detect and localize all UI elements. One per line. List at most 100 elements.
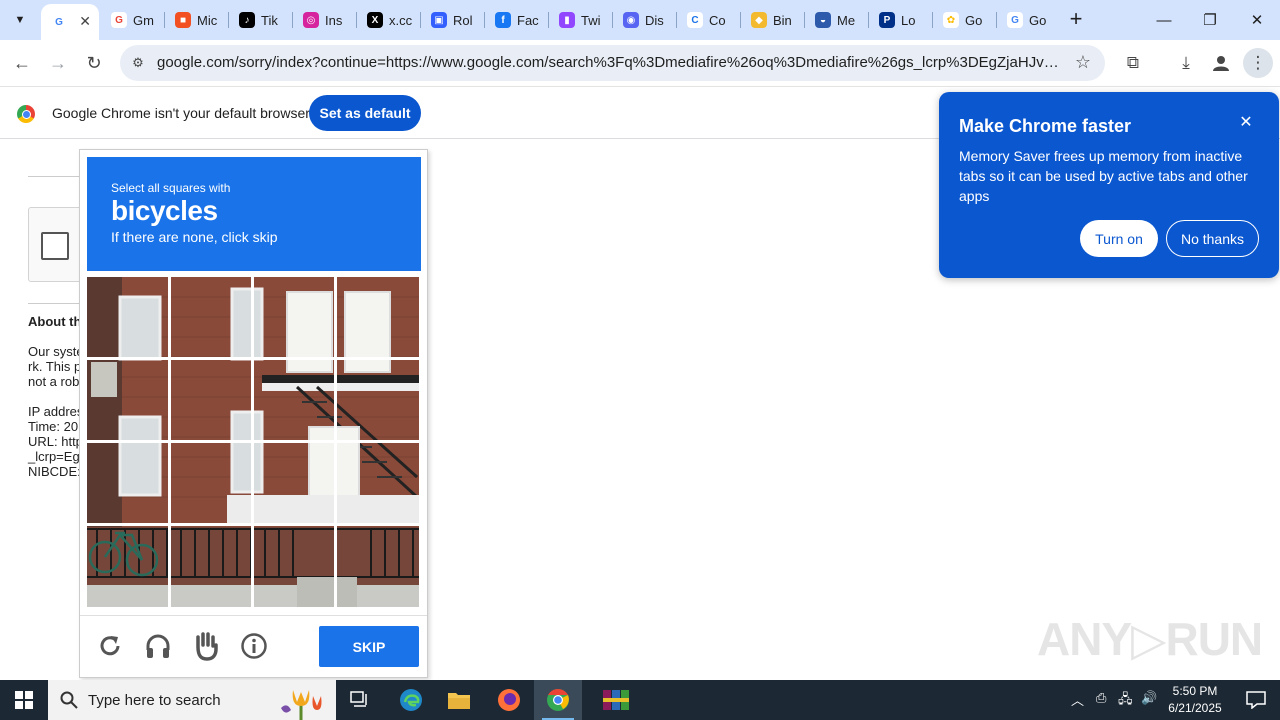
captcha-footer: SKIP	[80, 615, 427, 677]
tray-overflow-button[interactable]: ︿	[1071, 690, 1084, 709]
tab-favicon-icon: ■	[175, 12, 191, 28]
tab-favicon-icon: ♪	[239, 12, 255, 28]
captcha-tile[interactable]	[170, 277, 253, 360]
chrome-menu-button[interactable]: ⋮	[1243, 48, 1273, 78]
tab-favicon-icon: ◒	[815, 12, 831, 28]
taskbar-search-box[interactable]: Type here to search	[48, 680, 336, 720]
recaptcha-checkbox[interactable]	[41, 232, 69, 260]
start-button[interactable]	[0, 680, 48, 720]
browser-tab[interactable]: ✿ Go	[933, 4, 995, 36]
captcha-tile[interactable]	[170, 525, 253, 608]
download-icon: ⤓	[1182, 53, 1190, 72]
site-info-icon[interactable]: ⚙	[128, 53, 148, 73]
close-window-button[interactable]: ✕	[1234, 0, 1280, 40]
captcha-tile[interactable]	[253, 525, 336, 608]
browser-tab[interactable]: G ✕	[41, 4, 99, 40]
about-heading: About th	[28, 314, 82, 329]
new-tab-button[interactable]: +	[1064, 8, 1088, 32]
captcha-tile[interactable]	[253, 442, 336, 525]
chevron-down-icon: ▼	[14, 14, 26, 26]
tab-separator	[868, 12, 869, 28]
tab-search-button[interactable]: ▼	[6, 6, 34, 34]
close-tab-icon[interactable]: ✕	[79, 13, 91, 30]
captcha-tile[interactable]	[87, 442, 170, 525]
tab-favicon-icon: f	[495, 12, 511, 28]
clock-time: 5:50 PM	[1172, 684, 1218, 698]
url-text[interactable]: google.com/sorry/index?continue=https://…	[157, 54, 1062, 71]
skip-button[interactable]: SKIP	[319, 626, 419, 667]
taskbar-edge[interactable]	[387, 680, 435, 720]
promo-close-button[interactable]: ✕	[1235, 112, 1257, 134]
captcha-tile[interactable]	[87, 277, 170, 360]
info-button[interactable]	[237, 629, 271, 663]
tray-meet-now-icon[interactable]: ⎙	[1096, 690, 1106, 706]
minimize-button[interactable]: —	[1141, 0, 1187, 40]
browser-tab[interactable]: G Go	[997, 4, 1055, 36]
browser-tab[interactable]: ◒ Me	[805, 4, 867, 36]
captcha-tile[interactable]	[336, 277, 419, 360]
taskbar-winrar[interactable]	[584, 680, 648, 720]
tab-title: Dis	[645, 12, 664, 28]
restore-button[interactable]: ❐	[1187, 0, 1233, 40]
taskbar-clock[interactable]: 5:50 PM 6/21/2025	[1160, 683, 1230, 717]
no-thanks-button[interactable]: No thanks	[1166, 220, 1259, 257]
tab-favicon-icon: X	[367, 12, 383, 28]
audio-challenge-button[interactable]	[141, 629, 175, 663]
captcha-tile[interactable]	[253, 277, 336, 360]
reload-icon: ↻	[86, 52, 102, 73]
captcha-tile[interactable]	[170, 360, 253, 443]
extensions-button[interactable]: ⧉	[1118, 48, 1148, 78]
browser-tab[interactable]: ◉ Dis	[613, 4, 675, 36]
tab-favicon-icon: ◎	[303, 12, 319, 28]
captcha-tile[interactable]	[87, 360, 170, 443]
turn-on-button[interactable]: Turn on	[1080, 220, 1158, 257]
tab-title: Go	[965, 12, 983, 28]
browser-tab[interactable]: ◎ Ins	[293, 4, 355, 36]
browser-tab[interactable]: f Fac	[485, 4, 547, 36]
browser-tab[interactable]: ■ Mic	[165, 4, 227, 36]
browser-tab[interactable]: ◆ Bin	[741, 4, 803, 36]
bookmark-star-icon[interactable]: ☆	[1075, 52, 1091, 73]
browser-tab[interactable]: ♪ Tik	[229, 4, 291, 36]
action-center-button[interactable]	[1232, 680, 1280, 720]
downloads-button[interactable]: ⤓	[1171, 48, 1201, 78]
chrome-icon	[547, 688, 569, 711]
captcha-tile[interactable]	[336, 442, 419, 525]
task-view-button[interactable]	[336, 680, 384, 720]
back-button[interactable]: ←	[7, 48, 37, 78]
taskbar-chrome[interactable]	[534, 680, 582, 720]
set-as-default-button[interactable]: Set as default	[309, 95, 421, 131]
reload-button[interactable]: ↻	[79, 48, 109, 78]
browser-tab[interactable]: C Co	[677, 4, 739, 36]
tray-network-icon[interactable]: 🖧	[1118, 690, 1133, 712]
browser-tab[interactable]: ▣ Rol	[421, 4, 483, 36]
tray-volume-icon[interactable]: 🔊	[1141, 690, 1157, 706]
search-icon	[60, 691, 78, 709]
captcha-tile[interactable]	[87, 525, 170, 608]
tab-separator	[228, 12, 229, 28]
browser-tab[interactable]: G Gm	[101, 4, 163, 36]
browser-tab[interactable]: ▮ Twi	[549, 4, 611, 36]
captcha-tile[interactable]	[253, 360, 336, 443]
close-icon: ✕	[1250, 12, 1264, 29]
browser-tab[interactable]: P Lo	[869, 4, 931, 36]
tab-favicon-icon: G	[111, 12, 127, 28]
reload-challenge-button[interactable]	[93, 629, 127, 663]
tab-title: Lo	[901, 12, 916, 28]
tab-favicon-icon: P	[879, 12, 895, 28]
tab-favicon-icon: ▮	[559, 12, 575, 28]
help-hand-button[interactable]	[189, 629, 223, 663]
tab-title: Mic	[197, 12, 218, 28]
taskbar-file-explorer[interactable]	[435, 680, 483, 720]
captcha-header: Select all squares with bicycles If ther…	[87, 157, 421, 271]
address-bar[interactable]: ⚙ google.com/sorry/index?continue=https:…	[120, 45, 1105, 81]
forward-button[interactable]: →	[43, 48, 73, 78]
profile-button[interactable]	[1206, 48, 1236, 78]
taskbar-firefox[interactable]	[485, 680, 533, 720]
restore-icon: ❐	[1203, 12, 1217, 29]
browser-tab[interactable]: Xx.cc	[357, 4, 419, 36]
captcha-tile[interactable]	[336, 525, 419, 608]
kebab-menu-icon: ⋮	[1249, 53, 1267, 72]
captcha-tile[interactable]	[336, 360, 419, 443]
captcha-tile[interactable]	[170, 442, 253, 525]
